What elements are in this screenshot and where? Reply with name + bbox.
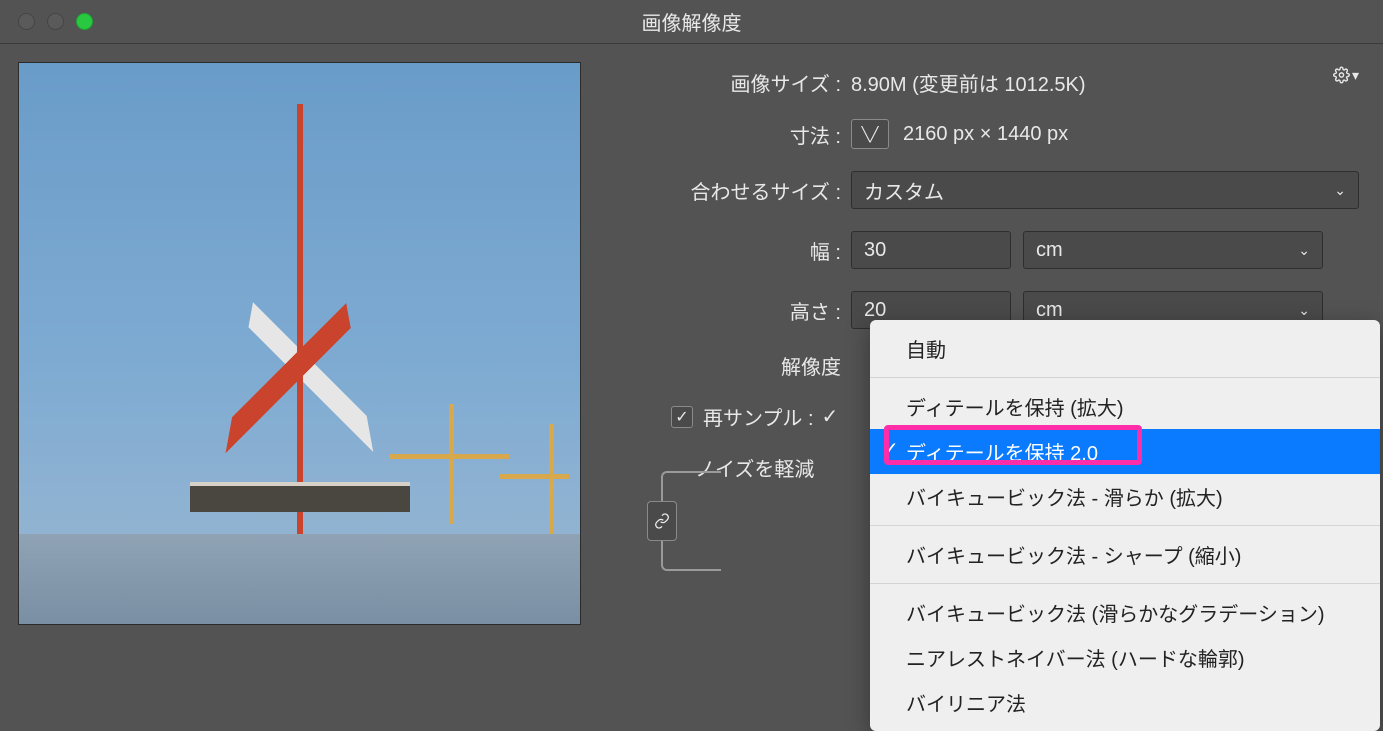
width-unit-value: cm: [1036, 239, 1063, 262]
fit-to-selected: カスタム: [864, 176, 944, 205]
image-preview-panel: [0, 44, 581, 686]
width-unit-select[interactable]: cm ⌄: [1023, 231, 1323, 269]
resample-checkbox[interactable]: ✓: [671, 406, 693, 428]
image-size-value: 8.90M (変更前は 1012.5K): [851, 68, 1086, 97]
dropdown-item-bicubic[interactable]: バイキュービック法 (滑らかなグラデーション): [870, 590, 1380, 635]
dropdown-separator: [870, 525, 1380, 526]
width-label: 幅 :: [677, 236, 851, 265]
dropdown-item-bilinear[interactable]: バイリニア法: [870, 680, 1380, 725]
titlebar: 画像解像度: [0, 0, 1383, 44]
window-maximize-button[interactable]: [76, 13, 93, 30]
dimensions-value: 2160 px × 1440 px: [903, 123, 1068, 146]
dropdown-item-nearest[interactable]: ニアレストネイバー法 (ハードな輪郭): [870, 635, 1380, 680]
image-size-label: 画像サイズ :: [611, 68, 851, 97]
window-minimize-button[interactable]: [47, 13, 64, 30]
dropdown-separator: [870, 583, 1380, 584]
window-title: 画像解像度: [642, 7, 742, 36]
resample-method-dropdown[interactable]: 自動 ディテールを保持 (拡大) ディテールを保持 2.0 バイキュービック法 …: [870, 320, 1380, 731]
chevron-down-icon: ⌄: [1334, 182, 1346, 199]
image-preview[interactable]: [18, 62, 581, 625]
dropdown-item-preserve-details-2[interactable]: ディテールを保持 2.0: [870, 429, 1380, 474]
dimensions-label: 寸法 :: [611, 120, 851, 149]
dropdown-item-bicubic-smoother[interactable]: バイキュービック法 - 滑らか (拡大): [870, 474, 1380, 519]
dropdown-item-bicubic-sharper[interactable]: バイキュービック法 - シャープ (縮小): [870, 532, 1380, 577]
dropdown-item-auto[interactable]: 自動: [870, 326, 1380, 371]
chevron-down-icon: ⌄: [1298, 302, 1310, 319]
dimensions-row: 寸法 : ╲╱ 2160 px × 1440 px: [611, 119, 1359, 149]
width-input[interactable]: 30: [851, 231, 1011, 269]
dropdown-item-preserve-details-enlarge[interactable]: ディテールを保持 (拡大): [870, 384, 1380, 429]
chevron-down-icon: ⌄: [1298, 242, 1310, 259]
width-row: 幅 : 30 cm ⌄: [677, 231, 1359, 269]
check-icon: ✓: [822, 404, 839, 429]
image-size-row: 画像サイズ : 8.90M (変更前は 1012.5K): [611, 68, 1359, 97]
link-constrain-toggle[interactable]: [647, 501, 677, 541]
resolution-label: 解像度: [611, 351, 851, 380]
gear-icon[interactable]: ▾: [1333, 62, 1359, 88]
height-label: 高さ :: [677, 296, 851, 325]
window-close-button[interactable]: [18, 13, 35, 30]
height-unit-value: cm: [1036, 299, 1063, 322]
fit-to-row: 合わせるサイズ : カスタム ⌄: [611, 171, 1359, 209]
link-constrain-bracket: [661, 471, 721, 571]
traffic-lights: [0, 13, 93, 30]
fit-to-label: 合わせるサイズ :: [611, 176, 851, 205]
resample-label: 再サンプル :: [703, 402, 814, 431]
dropdown-separator: [870, 377, 1380, 378]
fit-to-select[interactable]: カスタム ⌄: [851, 171, 1359, 209]
dimensions-unit-toggle[interactable]: ╲╱: [851, 119, 889, 149]
